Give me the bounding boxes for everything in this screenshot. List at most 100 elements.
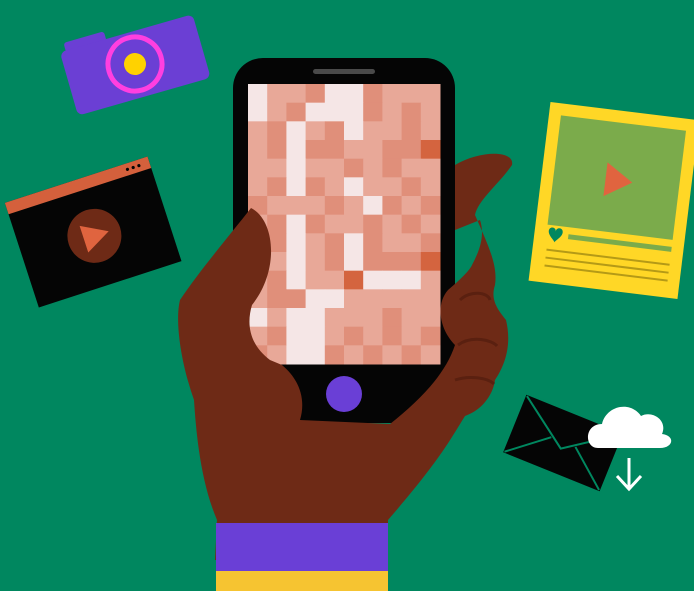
screen-pixel xyxy=(401,214,422,234)
screen-pixel xyxy=(305,196,326,216)
screen-pixel xyxy=(401,308,422,328)
screen-pixel xyxy=(267,270,287,290)
screen-pixel xyxy=(420,102,441,122)
screen-pixel xyxy=(382,345,403,365)
screen-pixel xyxy=(420,84,441,104)
screen-pixel xyxy=(344,158,364,178)
screen-pixel xyxy=(401,140,422,160)
screen-pixel xyxy=(267,289,287,309)
screen-pixel xyxy=(363,345,383,365)
screen-pixel xyxy=(344,233,364,253)
sleeve-cuff xyxy=(216,523,388,573)
screen-pixel xyxy=(324,270,345,290)
screen-pixel xyxy=(324,252,345,272)
screen-pixel xyxy=(363,289,383,309)
screen-pixel xyxy=(286,345,307,365)
screen-pixel xyxy=(248,308,268,328)
screen-pixel xyxy=(401,177,422,197)
screen-pixel xyxy=(267,102,287,122)
screen-pixel xyxy=(286,289,307,309)
screen-pixel xyxy=(382,102,403,122)
screen-pixel xyxy=(401,158,422,178)
screen-pixel xyxy=(267,326,287,346)
screen-pixel xyxy=(363,270,383,290)
video-window-icon xyxy=(4,156,182,308)
screen-pixel xyxy=(363,308,383,328)
screen-pixel xyxy=(324,158,345,178)
screen-pixel xyxy=(382,196,403,216)
screen-pixel xyxy=(420,121,441,141)
screen-pixel xyxy=(324,308,345,328)
screen-pixel xyxy=(324,102,345,122)
screen-pixel xyxy=(401,196,422,216)
screen-pixel xyxy=(363,121,383,141)
screen-pixel xyxy=(363,252,383,272)
screen-pixel xyxy=(363,196,383,216)
screen-pixel xyxy=(382,289,403,309)
screen-pixel xyxy=(420,140,441,160)
screen-pixel xyxy=(363,214,383,234)
screen-pixel xyxy=(286,84,307,104)
screen-pixel xyxy=(344,252,364,272)
social-post-icon xyxy=(528,102,694,299)
screen-pixel xyxy=(324,177,345,197)
screen-pixel xyxy=(305,121,326,141)
screen-pixel xyxy=(420,326,441,346)
screen-pixel xyxy=(420,196,441,216)
screen-pixel xyxy=(305,252,326,272)
screen-pixel xyxy=(344,289,364,309)
screen-pixel xyxy=(248,84,268,104)
screen-pixel xyxy=(305,102,326,122)
screen-pixel xyxy=(305,345,326,365)
screen-pixel xyxy=(324,345,345,365)
screen-pixel xyxy=(305,326,326,346)
screen-pixel xyxy=(382,326,403,346)
screen-pixel xyxy=(286,326,307,346)
screen-pixel xyxy=(267,121,287,141)
screen-pixel xyxy=(324,196,345,216)
screen-pixel xyxy=(305,214,326,234)
screen-pixel xyxy=(401,345,422,365)
screen-pixel xyxy=(305,233,326,253)
screen-pixel xyxy=(363,102,383,122)
home-button[interactable] xyxy=(326,376,362,412)
screen-pixel xyxy=(305,270,326,290)
screen-pixel xyxy=(248,102,268,122)
screen-pixel xyxy=(344,326,364,346)
phone-speaker xyxy=(313,69,375,74)
screen-pixel xyxy=(382,121,403,141)
screen-pixel xyxy=(344,345,364,365)
screen-pixel xyxy=(401,84,422,104)
screen-pixel xyxy=(305,158,326,178)
screen-pixel xyxy=(420,233,441,253)
screen-pixel xyxy=(344,140,364,160)
illustration xyxy=(4,15,694,591)
screen-pixel xyxy=(267,84,287,104)
screen-pixel xyxy=(305,84,326,104)
screen-pixel xyxy=(305,308,326,328)
screen-pixel xyxy=(267,308,287,328)
screen-pixel xyxy=(363,140,383,160)
screen-pixel xyxy=(401,326,422,346)
phone-screen xyxy=(248,84,441,365)
screen-pixel xyxy=(363,177,383,197)
screen-pixel xyxy=(248,121,268,141)
screen-pixel xyxy=(305,140,326,160)
screen-pixel xyxy=(382,177,403,197)
screen-pixel xyxy=(344,270,364,290)
screen-pixel xyxy=(382,214,403,234)
screen-pixel xyxy=(401,121,422,141)
screen-pixel xyxy=(420,345,441,365)
screen-pixel xyxy=(401,252,422,272)
screen-pixel xyxy=(267,214,287,234)
screen-pixel xyxy=(248,158,268,178)
screen-pixel xyxy=(344,84,364,104)
screen-pixel xyxy=(344,121,364,141)
screen-pixel xyxy=(363,326,383,346)
screen-pixel xyxy=(420,214,441,234)
screen-pixel xyxy=(344,214,364,234)
screen-pixel xyxy=(363,84,383,104)
screen-pixel xyxy=(286,196,307,216)
screen-pixel xyxy=(382,252,403,272)
screen-pixel xyxy=(401,233,422,253)
